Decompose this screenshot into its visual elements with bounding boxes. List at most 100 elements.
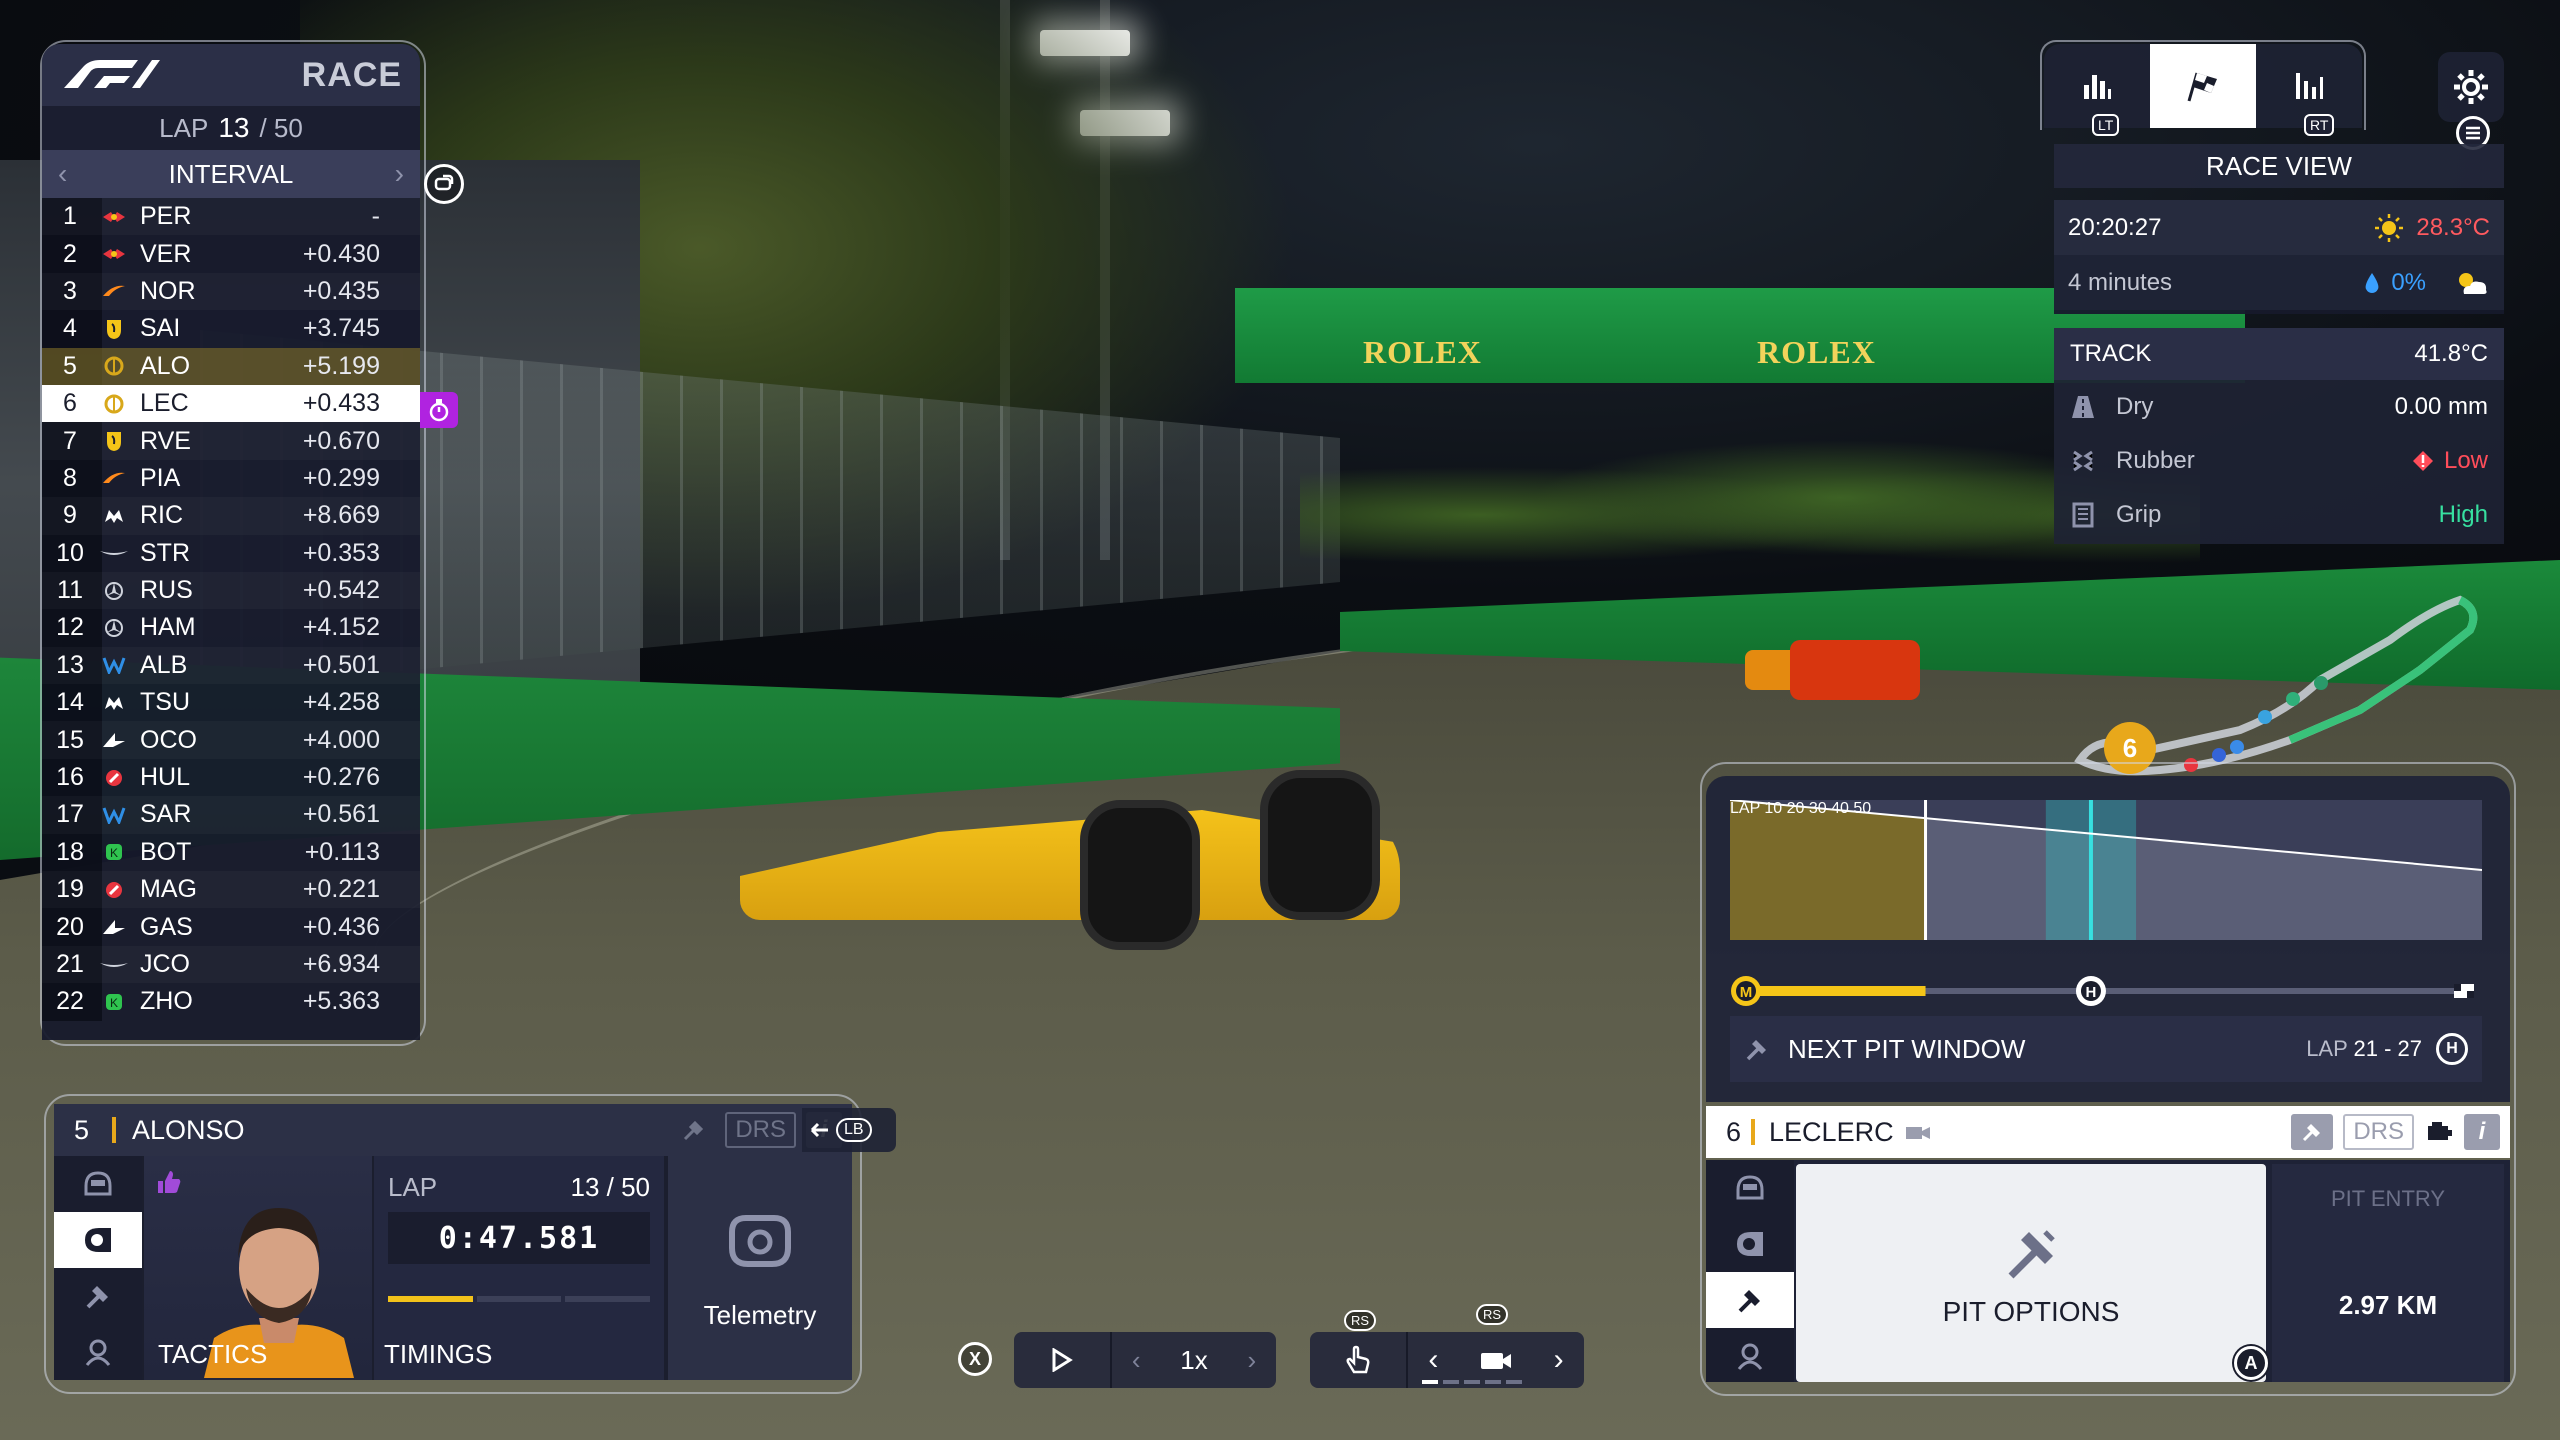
pit-window-range: 21 - 27	[2353, 1036, 2423, 1061]
row-gap: +5.199	[302, 351, 380, 380]
tyre-wear-graph[interactable]	[1730, 800, 2482, 940]
tab-engineer[interactable]	[1706, 1328, 1794, 1384]
info-icon[interactable]: i	[2464, 1114, 2500, 1150]
camera-dot	[1485, 1380, 1501, 1384]
settings-button[interactable]	[2438, 52, 2504, 122]
cycle-mode-icon[interactable]	[424, 164, 464, 204]
selected-driver-body: PIT OPTIONS A PIT ENTRY 2.97 KM	[1706, 1160, 2510, 1382]
standings-row[interactable]: 14 TSU +4.258	[42, 684, 420, 721]
tab-helmet[interactable]	[1706, 1160, 1794, 1216]
chevron-left-icon[interactable]: ‹	[58, 158, 67, 190]
standings-row[interactable]: 19 MAG +0.221	[42, 871, 420, 908]
tab-race-view[interactable]	[2150, 44, 2256, 128]
tab-tyres[interactable]	[54, 1212, 142, 1268]
chevron-right-icon[interactable]: ›	[395, 158, 404, 190]
tactics-tile[interactable]: TACTICS	[144, 1156, 372, 1380]
row-driver-code: RVE	[140, 426, 191, 455]
row-position: 6	[63, 389, 77, 418]
tab-standings-view[interactable]: LT	[2044, 44, 2150, 136]
timings-tile[interactable]: LAP 13 / 50 0:47.581 TIMINGS	[374, 1156, 664, 1380]
williams-logo-icon	[94, 656, 134, 675]
chevron-left-icon[interactable]: ‹	[1132, 1345, 1141, 1376]
tyre-tread-icon	[2070, 448, 2096, 474]
player-car	[700, 700, 1440, 980]
standings-row[interactable]: 22 K ZHO +5.363	[42, 983, 420, 1020]
astonmartin-logo-icon	[94, 958, 134, 972]
standings-row[interactable]: 2 VER +0.430	[42, 235, 420, 272]
interval-selector[interactable]: ‹ INTERVAL ›	[42, 150, 420, 198]
play-icon	[1051, 1348, 1073, 1372]
row-driver-code: ZHO	[140, 987, 193, 1016]
standings-row[interactable]: 12 HAM +4.152	[42, 609, 420, 646]
camera-dot	[1422, 1380, 1438, 1384]
camera-selector[interactable]: ‹ ›	[1408, 1343, 1584, 1377]
standings-row[interactable]: 6 LEC +0.433	[42, 384, 420, 423]
svg-text:K: K	[110, 846, 118, 860]
sector-2	[476, 1296, 562, 1302]
car-marker	[2314, 676, 2328, 690]
view-selector: LT RT	[2044, 44, 2362, 136]
row-position: 19	[56, 875, 84, 904]
standings-row[interactable]: 7 RVE +0.670	[42, 422, 420, 459]
row-gap: -	[371, 202, 380, 231]
tab-engineer[interactable]	[54, 1324, 142, 1380]
lb-button-label: LB	[836, 1118, 872, 1142]
chevron-right-icon[interactable]: ›	[1554, 1343, 1564, 1377]
row-gap: +0.113	[304, 837, 380, 866]
chevron-right-icon[interactable]: ›	[1247, 1345, 1256, 1376]
standings-row[interactable]: 16 HUL +0.276	[42, 759, 420, 796]
pit-window-label: NEXT PIT WINDOW	[1788, 1033, 2026, 1064]
pit-options-button[interactable]: PIT OPTIONS A	[1796, 1164, 2268, 1382]
wrench-icon	[1735, 1285, 1765, 1315]
tab-tyres[interactable]	[1706, 1216, 1794, 1272]
a-button[interactable]: A	[2234, 1346, 2268, 1380]
hard-compound-icon: H	[2436, 1033, 2468, 1065]
tab-telemetry-view[interactable]: RT	[2256, 44, 2362, 136]
standings-row[interactable]: 4 SAI +3.745	[42, 310, 420, 347]
pit-entry-info: PIT ENTRY 2.97 KM	[2272, 1164, 2504, 1382]
driver-header: 5 ALONSO DRS i	[54, 1104, 852, 1156]
row-gap: +0.436	[302, 912, 380, 941]
swap-driver-button[interactable]: LB	[802, 1108, 896, 1152]
x-button[interactable]: X	[958, 1342, 992, 1376]
row-gap: +0.430	[302, 239, 380, 268]
standings-row[interactable]: 17 SAR +0.561	[42, 796, 420, 833]
standings-row[interactable]: 18 K BOT +0.113	[42, 834, 420, 871]
standings-row[interactable]: 21 JCO +6.934	[42, 946, 420, 983]
driver-number: 5	[74, 1114, 90, 1145]
row-position: 16	[56, 763, 84, 792]
standings-row[interactable]: 13 ALB +0.501	[42, 647, 420, 684]
tab-helmet[interactable]	[54, 1156, 142, 1212]
standings-row[interactable]: 9 RIC +8.669	[42, 497, 420, 534]
telemetry-tile[interactable]: Telemetry	[668, 1156, 852, 1380]
mclaren-logo-icon	[94, 282, 134, 300]
row-position: 20	[56, 912, 84, 941]
sim-speed[interactable]: ‹ 1x ›	[1112, 1345, 1276, 1376]
tab-tools[interactable]	[54, 1268, 142, 1324]
lap-total: / 50	[259, 112, 303, 143]
car-marker	[2286, 692, 2300, 706]
tab-pit[interactable]	[1706, 1272, 1794, 1328]
standings-row[interactable]: 3 NOR +0.435	[42, 273, 420, 310]
row-driver-code: MAG	[140, 875, 197, 904]
sector-progress	[388, 1296, 651, 1302]
touch-camera-button[interactable]	[1310, 1332, 1408, 1388]
custom-logo-icon	[94, 355, 134, 377]
chevron-left-icon[interactable]: ‹	[1428, 1343, 1438, 1377]
standings-row[interactable]: 11 RUS +0.542	[42, 572, 420, 609]
standings-row[interactable]: 20 GAS +0.436	[42, 908, 420, 945]
interval-mode: INTERVAL	[168, 158, 294, 189]
standings-row[interactable]: 5 ALO +5.199	[42, 347, 420, 385]
standings-row[interactable]: 8 PIA +0.299	[42, 460, 420, 497]
row-driver-code: PIA	[140, 463, 181, 492]
haas-logo-icon	[94, 767, 134, 789]
standings-row[interactable]: 1 PER -	[42, 198, 420, 235]
row-position: 21	[56, 950, 84, 978]
standings-row[interactable]: 10 STR +0.353	[42, 535, 420, 572]
play-button[interactable]	[1014, 1332, 1112, 1388]
axis-tick: 30	[1808, 800, 1827, 817]
redbull-logo-icon	[94, 208, 134, 226]
rs-cycle-label: RS	[1476, 1304, 1509, 1325]
standings-row[interactable]: 15 OCO +4.000	[42, 721, 420, 758]
row-position: 14	[56, 688, 84, 717]
